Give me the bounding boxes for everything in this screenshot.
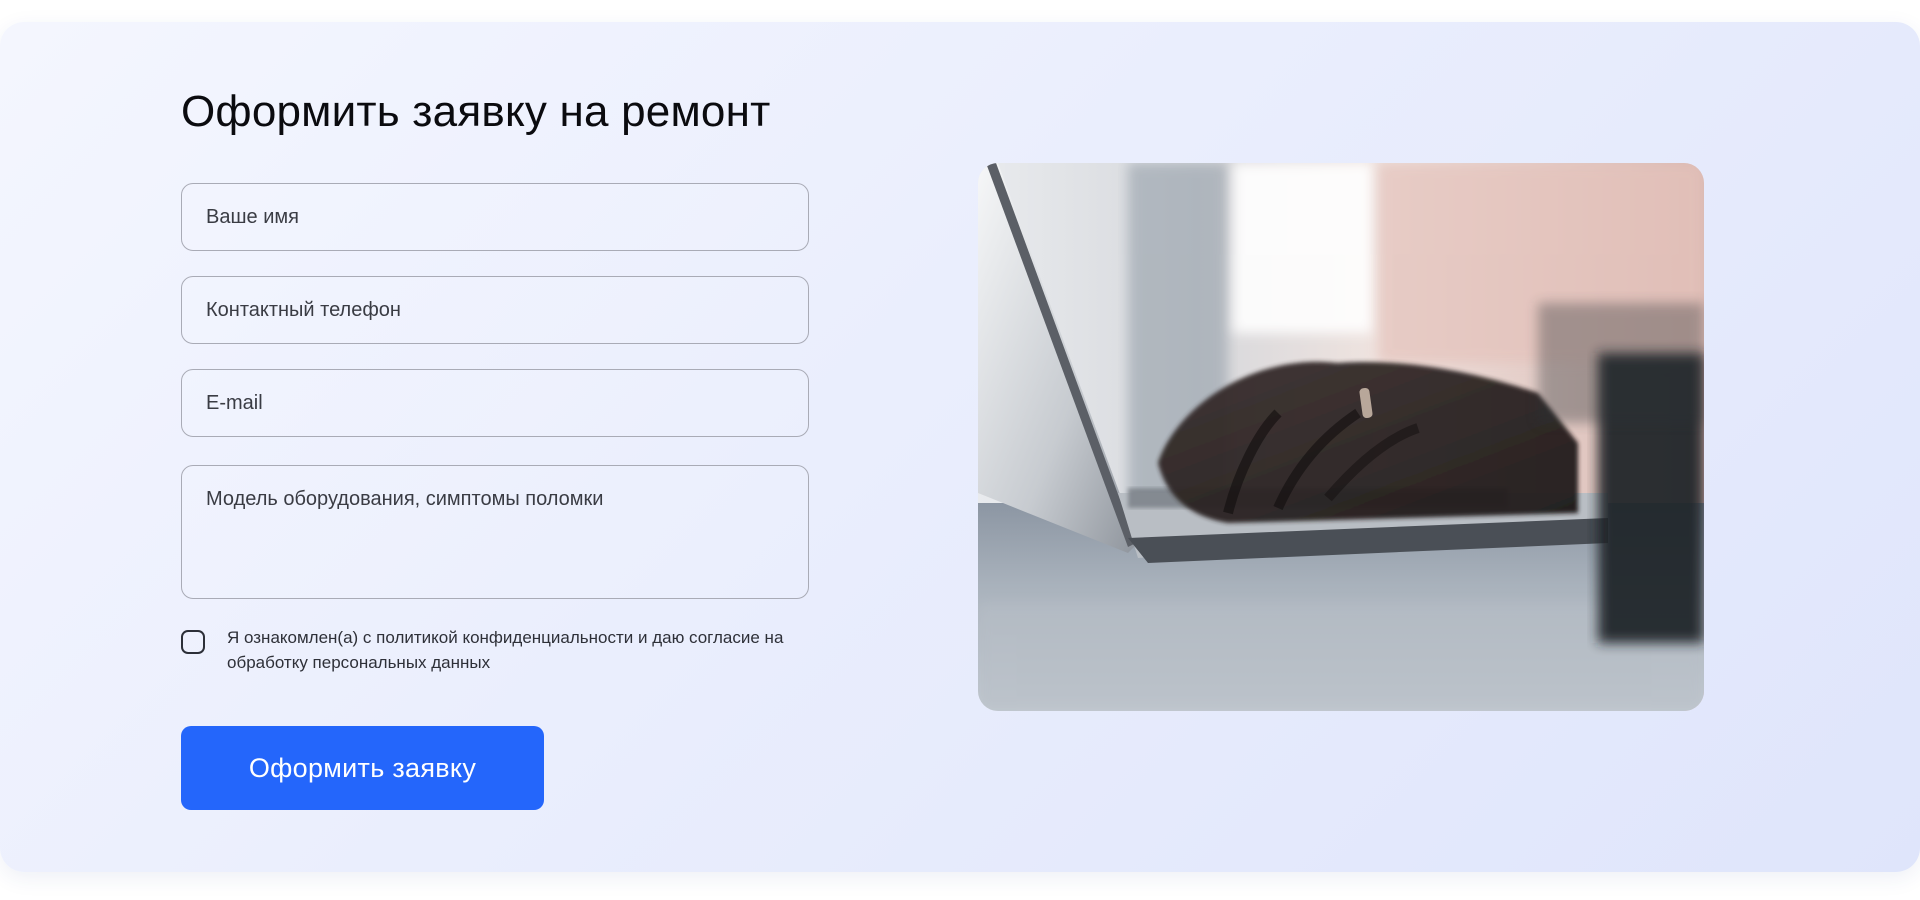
email-input[interactable]: E-mail	[181, 369, 809, 437]
details-textarea-placeholder: Модель оборудования, симптомы поломки	[206, 488, 604, 510]
name-input[interactable]: Ваше имя	[181, 183, 809, 251]
phone-input[interactable]: Контактный телефон	[181, 276, 809, 344]
details-textarea[interactable]: Модель оборудования, симптомы поломки	[181, 465, 809, 599]
page-title: Оформить заявку на ремонт	[181, 87, 771, 136]
email-input-placeholder: E-mail	[206, 391, 263, 414]
laptop-typing-photo	[978, 163, 1704, 711]
phone-input-placeholder: Контактный телефон	[206, 298, 401, 321]
request-form-section: Оформить заявку на ремонт Ваше имя Конта…	[0, 22, 1920, 872]
consent-checkbox[interactable]	[181, 630, 205, 654]
consent-row: Я ознакомлен(а) с политикой конфиденциал…	[181, 625, 821, 675]
consent-text: Я ознакомлен(а) с политикой конфиденциал…	[227, 628, 784, 672]
submit-button[interactable]: Оформить заявку	[181, 726, 544, 810]
name-input-placeholder: Ваше имя	[206, 205, 299, 228]
